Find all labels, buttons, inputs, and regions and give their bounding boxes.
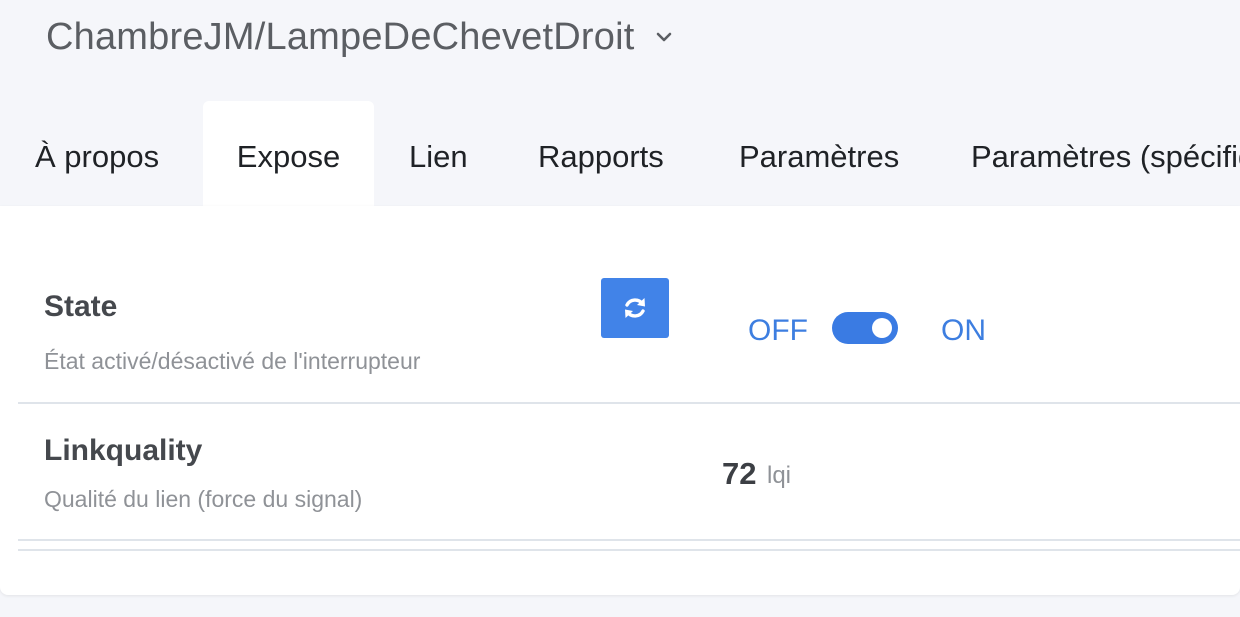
chevron-down-icon	[653, 26, 675, 48]
refresh-state-button[interactable]	[601, 278, 669, 338]
on-label[interactable]: ON	[941, 314, 986, 348]
state-title: State	[44, 290, 118, 323]
device-title: ChambreJM/LampeDeChevetDroit	[46, 15, 635, 58]
row-divider	[18, 539, 1240, 541]
linkquality-description: Qualité du lien (force du signal)	[44, 486, 363, 512]
tab-expose[interactable]: Expose	[203, 101, 374, 207]
toggle-knob	[872, 318, 892, 338]
linkquality-title: Linkquality	[44, 434, 203, 467]
tab-reports[interactable]: Rapports	[538, 101, 664, 207]
tab-about[interactable]: À propos	[35, 101, 159, 207]
tab-bar: À propos Expose Lien Rapports Paramètres…	[0, 101, 1240, 207]
off-label[interactable]: OFF	[748, 314, 808, 348]
state-toggle[interactable]	[832, 312, 898, 344]
linkquality-value: 72	[722, 456, 757, 491]
linkquality-unit: lqi	[767, 462, 792, 489]
tab-settings[interactable]: Paramètres	[739, 101, 899, 207]
state-description: État activé/désactivé de l'interrupteur	[44, 348, 421, 374]
device-selector[interactable]: ChambreJM/LampeDeChevetDroit	[46, 12, 675, 62]
row-divider	[18, 549, 1240, 551]
refresh-icon	[620, 293, 650, 323]
tab-settings-specific[interactable]: Paramètres (spécifiques)	[971, 101, 1240, 207]
row-divider	[18, 402, 1240, 404]
exposes-card: State État activé/désactivé de l'interru…	[0, 206, 1240, 595]
tab-link[interactable]: Lien	[409, 101, 468, 207]
